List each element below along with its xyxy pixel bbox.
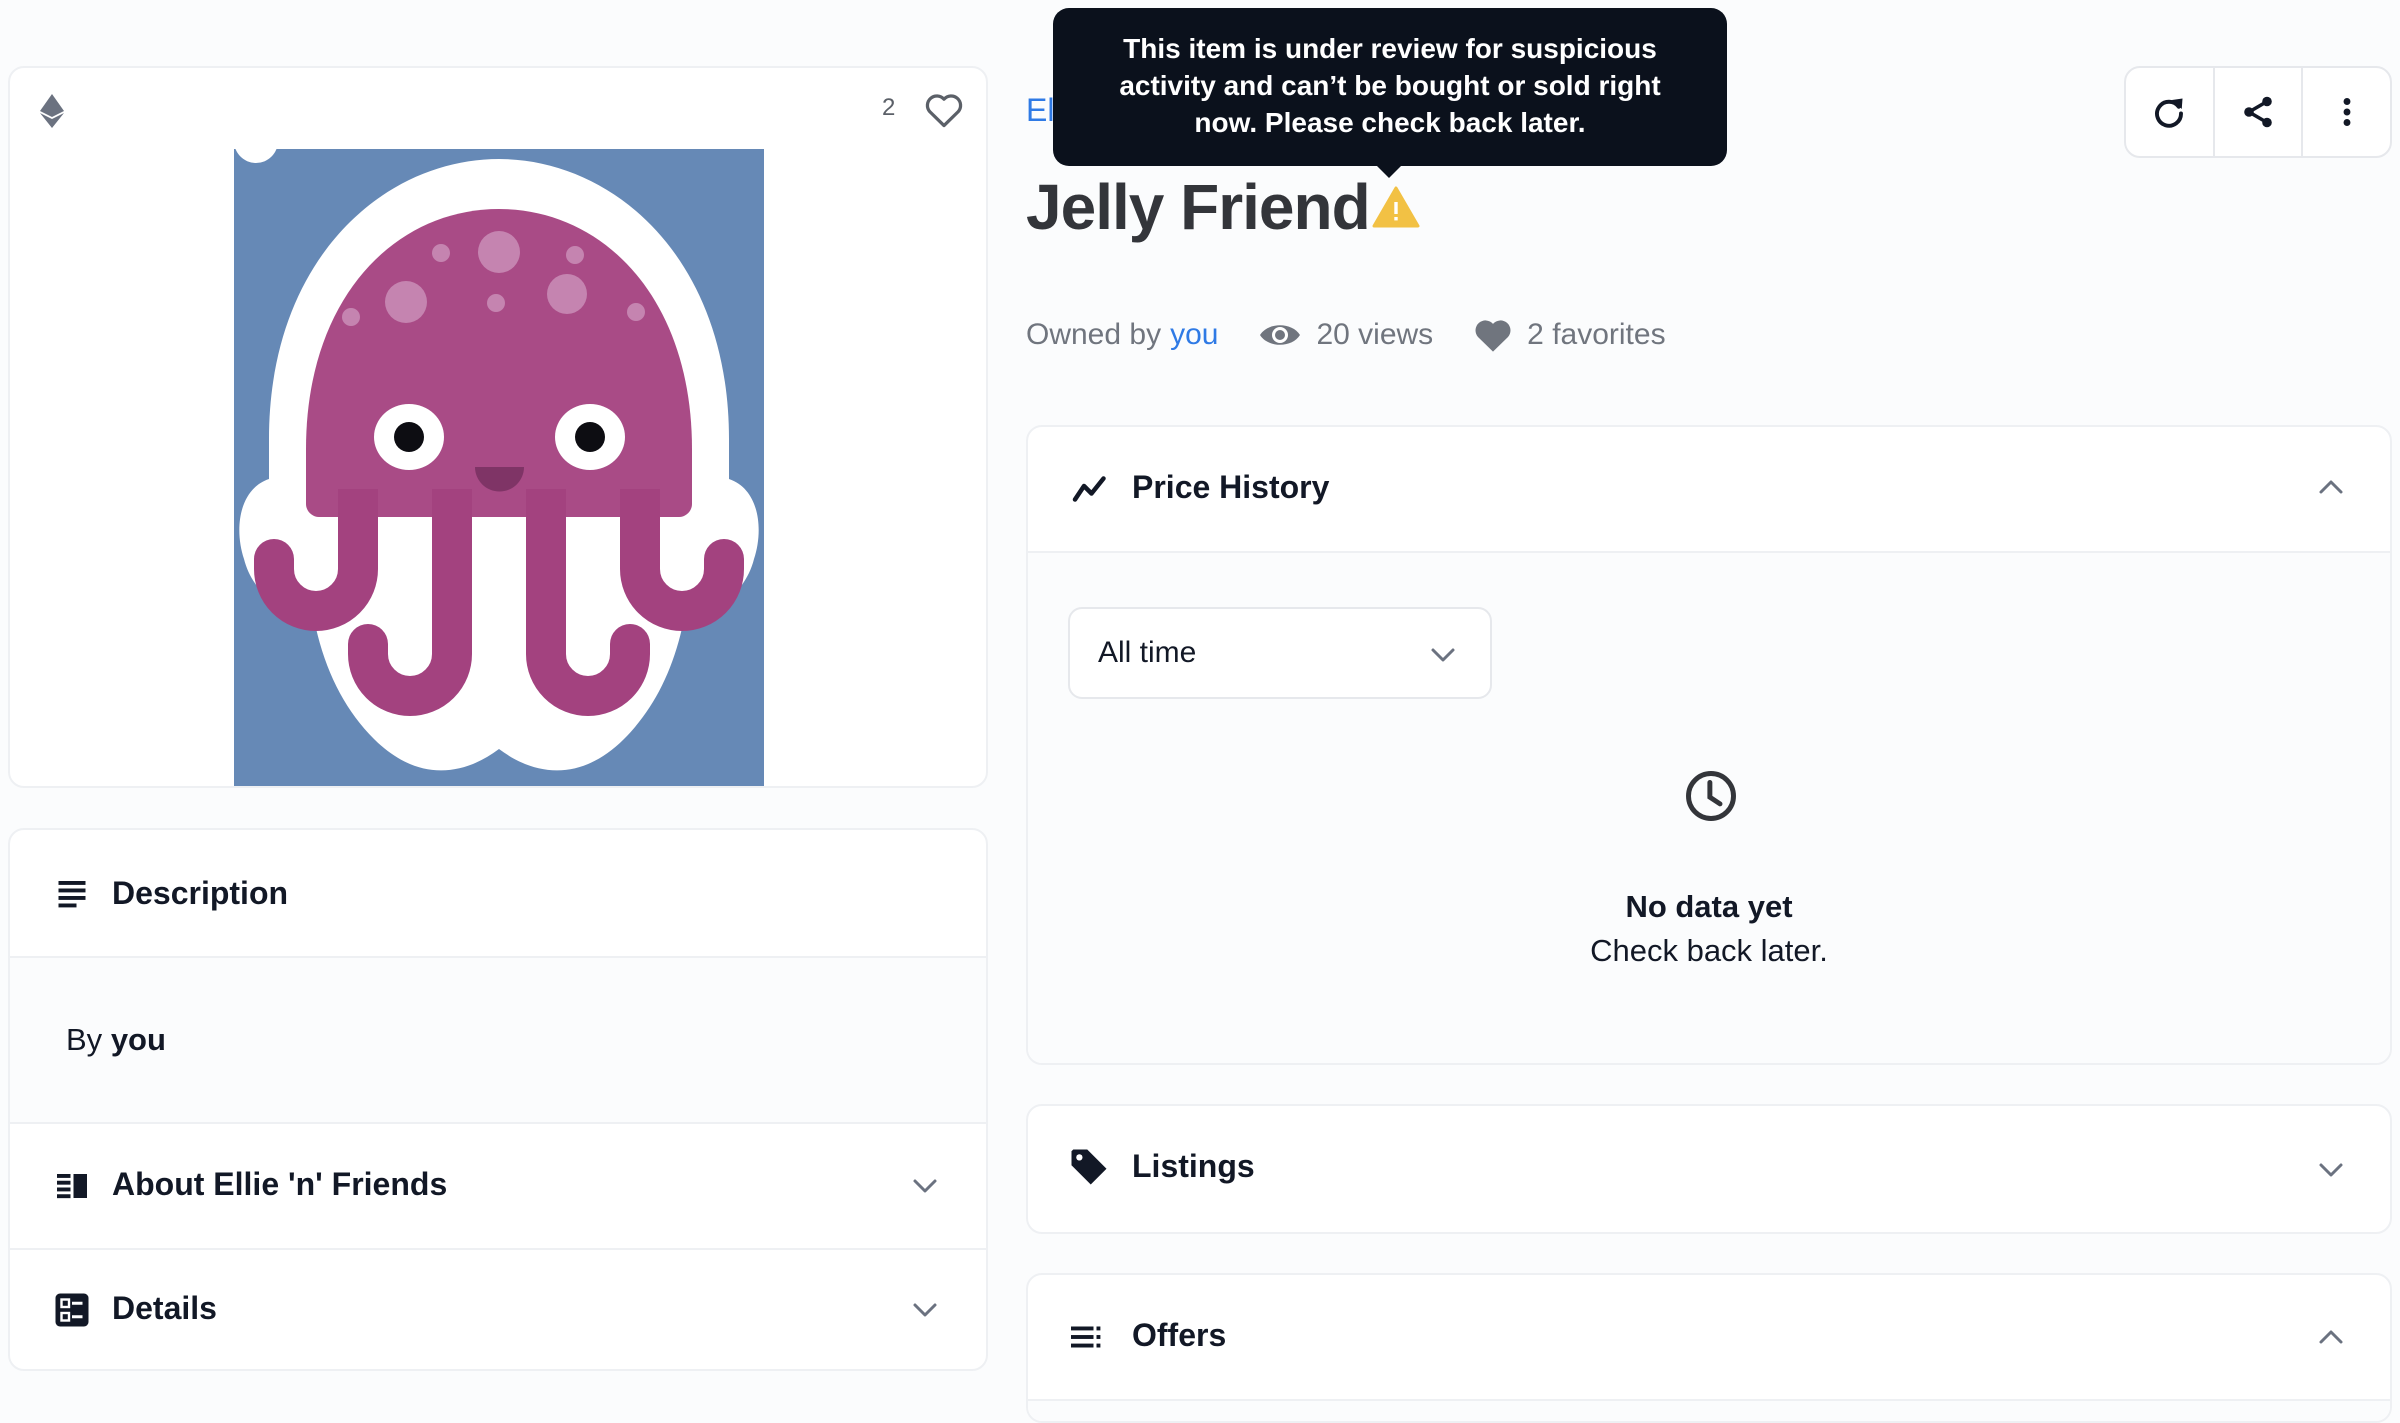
- item-stats: Owned by you 20 views 2 favorites: [1026, 316, 1666, 354]
- time-range-select[interactable]: All time: [1068, 607, 1492, 699]
- details-header[interactable]: Details: [10, 1250, 986, 1369]
- list-icon: [1071, 1326, 1101, 1348]
- ballot-icon: [55, 1293, 89, 1327]
- price-history-body: All time No data yet Check back later.: [1028, 553, 2390, 1063]
- share-button[interactable]: [2215, 68, 2304, 156]
- listings-header[interactable]: Listings: [1028, 1106, 2390, 1232]
- clock-icon: [1686, 771, 1736, 821]
- about-header[interactable]: About Ellie 'n' Friends: [10, 1124, 986, 1248]
- jellyfish-illustration: [234, 119, 764, 786]
- empty-state-subtitle: Check back later.: [1590, 933, 1828, 968]
- more-options-button[interactable]: [2303, 68, 2390, 156]
- tooltip-arrow: [1375, 164, 1403, 178]
- owner-link[interactable]: you: [1170, 318, 1218, 352]
- empty-state-title: No data yet: [1625, 889, 1793, 924]
- owned-by-label: Owned by: [1026, 318, 1162, 351]
- favorite-count: 2: [882, 94, 896, 121]
- price-history-panel: Price History All time No data yet Check…: [1026, 425, 2392, 1065]
- offers-title: Offers: [1132, 1317, 1227, 1353]
- views-stat: 20 views: [1258, 318, 1433, 352]
- chevron-down-icon[interactable]: [912, 1302, 938, 1318]
- creator-name[interactable]: you: [111, 1022, 166, 1057]
- heart-filled-icon: [1475, 320, 1511, 352]
- more-vertical-icon: [2343, 98, 2351, 126]
- eye-icon: [1260, 325, 1301, 345]
- chevron-up-icon[interactable]: [2318, 1329, 2344, 1345]
- trending-line-icon: [1072, 476, 1106, 502]
- about-title: About Ellie 'n' Friends: [112, 1166, 448, 1202]
- chevron-down-icon[interactable]: [912, 1178, 938, 1194]
- offers-header[interactable]: Offers: [1028, 1275, 2390, 1399]
- listings-panel: Listings: [1026, 1104, 2392, 1234]
- description-text: By you: [66, 1022, 166, 1058]
- item-actions: [2124, 66, 2392, 158]
- by-label: By: [66, 1022, 103, 1057]
- share-icon: [2244, 96, 2272, 128]
- chevron-up-icon[interactable]: [2318, 479, 2344, 495]
- chevron-down-icon: [1431, 648, 1455, 662]
- price-history-title: Price History: [1132, 469, 1330, 505]
- refresh-button[interactable]: [2126, 68, 2215, 156]
- price-history-header[interactable]: Price History: [1028, 427, 2390, 551]
- description-title: Description: [112, 875, 289, 911]
- views-count: 20 views: [1316, 318, 1434, 351]
- description-panel-group: Description By you About Ellie 'n' Frien…: [8, 828, 988, 1371]
- offers-panel: Offers: [1026, 1273, 2392, 1423]
- heart-outline-icon[interactable]: [924, 92, 964, 128]
- nft-image[interactable]: [234, 119, 764, 786]
- time-range-value: All time: [1098, 636, 1197, 669]
- tooltip-text: This item is under review for suspicious…: [1119, 33, 1661, 138]
- description-header[interactable]: Description: [10, 830, 986, 956]
- warning-triangle-icon[interactable]: [1372, 186, 1420, 228]
- refresh-icon: [2155, 98, 2184, 128]
- listings-title: Listings: [1132, 1148, 1255, 1184]
- text-align-left-icon: [58, 881, 86, 908]
- review-warning-tooltip: This item is under review for suspicious…: [1053, 8, 1727, 166]
- price-tag-icon: [1071, 1149, 1107, 1185]
- description-body: By you: [10, 958, 986, 1122]
- item-title: Jelly Friend: [1026, 171, 1371, 243]
- offers-body: [1028, 1401, 2390, 1421]
- favorites-count: 2 favorites: [1527, 318, 1666, 351]
- ethereum-icon: [40, 94, 64, 128]
- details-title: Details: [112, 1290, 217, 1326]
- media-card: 2: [8, 66, 988, 788]
- favorites-stat: 2 favorites: [1473, 316, 1666, 354]
- vertical-split-icon: [57, 1174, 87, 1199]
- chevron-down-icon[interactable]: [2318, 1162, 2344, 1178]
